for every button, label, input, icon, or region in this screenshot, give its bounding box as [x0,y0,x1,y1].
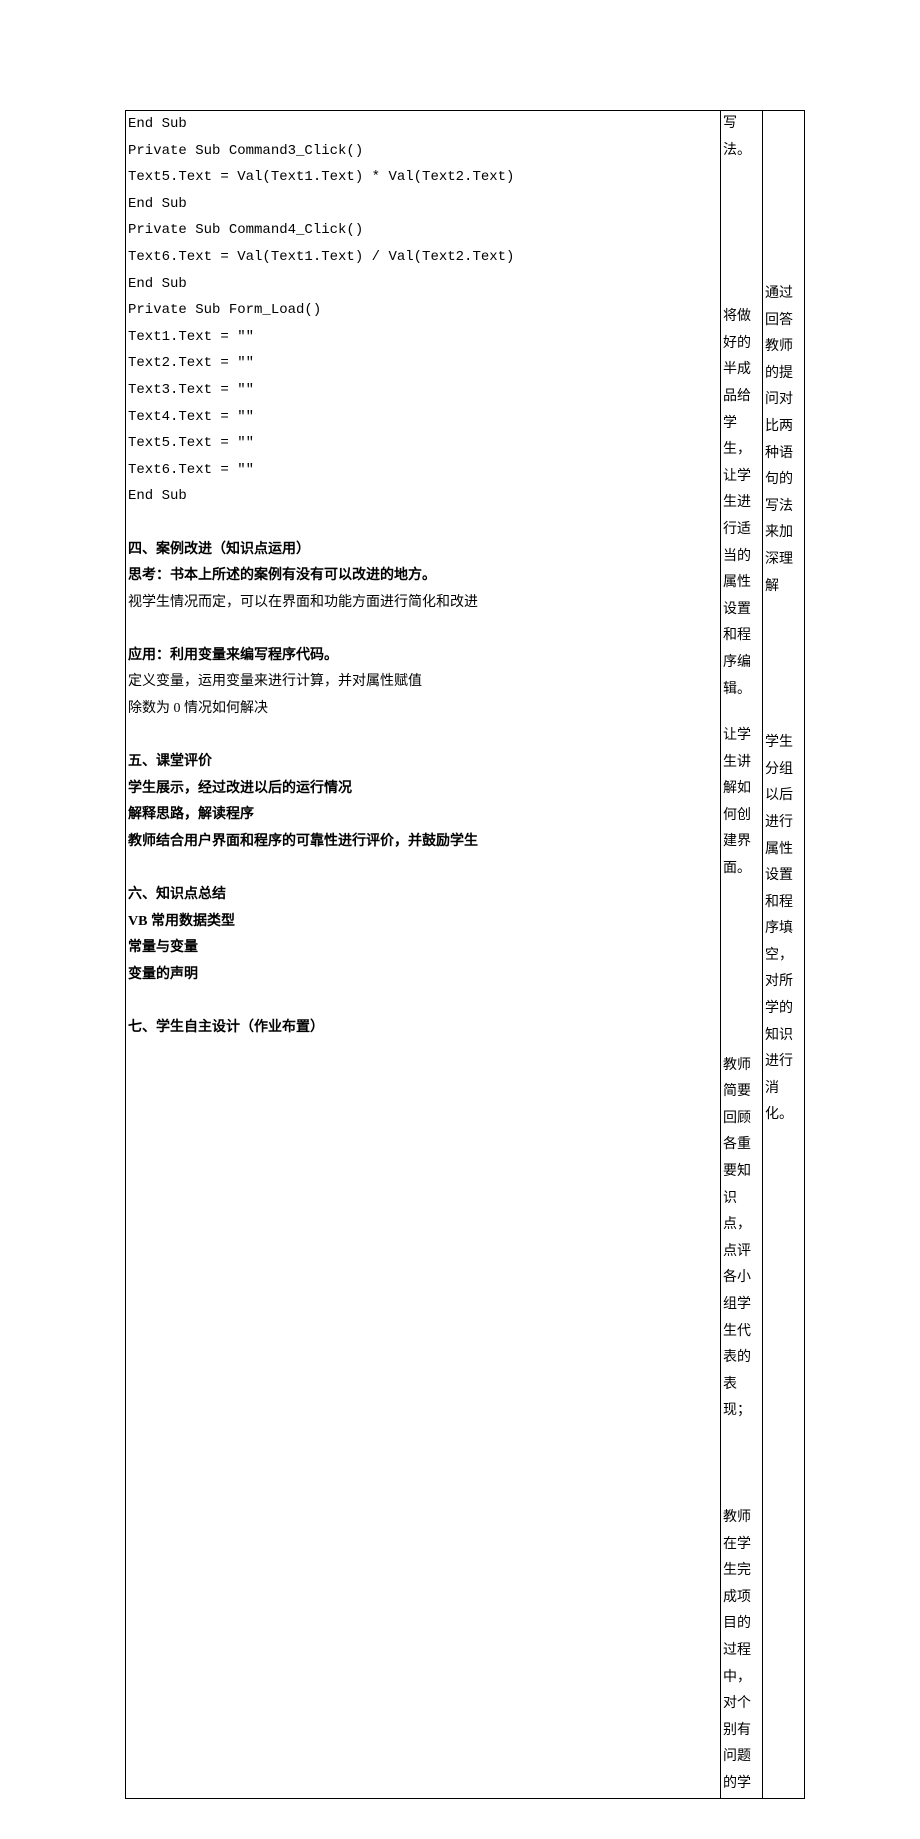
code-line: Text5.Text = "" [128,430,718,457]
mid-p5: 教师在学生完成项目的过程中，对个别有问题的学 [723,1505,760,1798]
section-7-title: 七、学生自主设计（作业布置） [128,1015,718,1042]
code-line: End Sub [128,271,718,298]
section-4-apply-line: 定义变量，运用变量来进行计算，并对属性赋值 [128,669,718,696]
section-6-title: 六、知识点总结 [128,882,718,909]
section-4-apply-line: 除数为 0 情况如何解决 [128,696,718,723]
section-4-note: 视学生情况而定，可以在界面和功能方面进行简化和改进 [128,590,718,617]
table-row: End Sub Private Sub Command3_Click() Tex… [126,111,805,1799]
mid-p2: 将做好的半成品给学生，让学生进行适当的属性设置和程序编辑。 [723,304,760,703]
code-line: Text1.Text = "" [128,324,718,351]
mid-p1: 写法。 [723,111,760,164]
student-activity-cell: 通过回答教师的提问对比两种语句的写法来加深理解 学生分组以后进行属性设置和程序填… [763,111,805,1799]
code-line: Text5.Text = Val(Text1.Text) * Val(Text2… [128,164,718,191]
mid-p3: 让学生讲解如何创建界面。 [723,723,760,883]
mid-p4: 教师简要回顾各重要知识点，点评各小组学生代表的表现； [723,1053,760,1425]
code-line: Text6.Text = "" [128,457,718,484]
section-4-apply-title: 应用：利用变量来编写程序代码。 [128,643,718,670]
code-line: Text2.Text = "" [128,350,718,377]
section-4-think: 思考：书本上所述的案例有没有可以改进的地方。 [128,563,718,590]
lesson-table: End Sub Private Sub Command3_Click() Tex… [125,110,805,1799]
code-line: Text4.Text = "" [128,404,718,431]
main-content-cell: End Sub Private Sub Command3_Click() Tex… [126,111,721,1799]
code-line: Private Sub Command3_Click() [128,138,718,165]
code-line: Private Sub Command4_Click() [128,217,718,244]
section-6-line: VB 常用数据类型 [128,909,718,936]
section-5-line: 教师结合用户界面和程序的可靠性进行评价，并鼓励学生 [128,829,718,856]
section-6-line: 变量的声明 [128,962,718,989]
section-5-line: 解释思路，解读程序 [128,802,718,829]
code-line: Text6.Text = Val(Text1.Text) / Val(Text2… [128,244,718,271]
code-line: Text3.Text = "" [128,377,718,404]
section-4-title: 四、案例改进（知识点运用） [128,537,718,564]
code-line: End Sub [128,483,718,510]
document-page: End Sub Private Sub Command3_Click() Tex… [0,0,920,1839]
section-5-title: 五、课堂评价 [128,749,718,776]
right-p1: 通过回答教师的提问对比两种语句的写法来加深理解 [765,281,802,600]
teacher-activity-cell: 写法。 将做好的半成品给学生，让学生进行适当的属性设置和程序编辑。 让学生讲解如… [721,111,763,1799]
right-p2: 学生分组以后进行属性设置和程序填空，对所学的知识进行消化。 [765,730,802,1129]
code-line: Private Sub Form_Load() [128,297,718,324]
code-line: End Sub [128,191,718,218]
section-6-line: 常量与变量 [128,935,718,962]
section-5-line: 学生展示，经过改进以后的运行情况 [128,776,718,803]
code-line: End Sub [128,111,718,138]
